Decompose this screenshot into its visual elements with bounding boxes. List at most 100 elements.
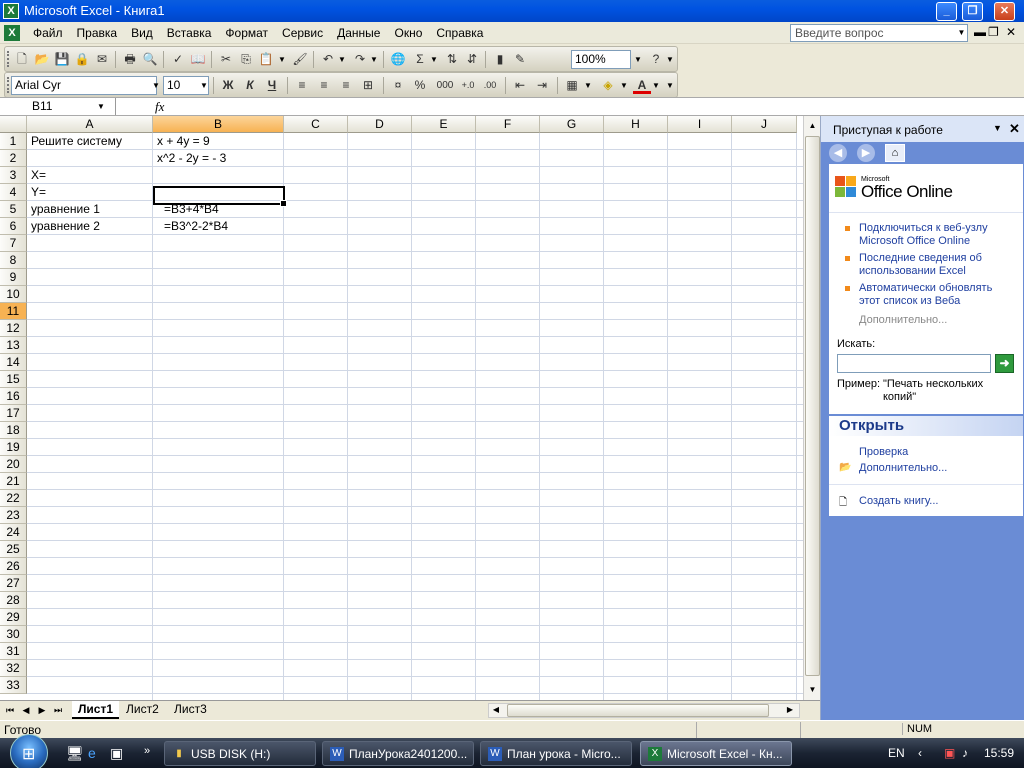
restore-button[interactable]: ❐: [962, 2, 983, 21]
row-header-28[interactable]: 28: [0, 592, 27, 609]
row-header-25[interactable]: 25: [0, 541, 27, 558]
taskbar-word-doc-1[interactable]: W ПланУрока2401200...: [322, 741, 474, 766]
doc-restore-icon[interactable]: ❐: [988, 25, 999, 39]
row-header-15[interactable]: 15: [0, 371, 27, 388]
row-header-6[interactable]: 6: [0, 218, 27, 235]
row-header-4[interactable]: 4: [0, 184, 27, 201]
cell-a1[interactable]: Решите систему: [28, 133, 122, 150]
internet-explorer-icon[interactable]: e: [88, 745, 96, 761]
row-header-16[interactable]: 16: [0, 388, 27, 405]
next-sheet-icon[interactable]: ▶: [36, 703, 48, 717]
zoom-dropdown-icon[interactable]: ▼: [633, 51, 643, 68]
language-indicator[interactable]: EN: [888, 746, 905, 760]
permission-icon[interactable]: 🔒: [73, 51, 91, 68]
row-header-9[interactable]: 9: [0, 269, 27, 286]
quick-launch-more-icon[interactable]: »: [144, 745, 150, 757]
sheet-tab-3[interactable]: Лист3: [168, 701, 213, 719]
menu-window[interactable]: Окно: [387, 26, 429, 40]
currency-icon[interactable]: ¤: [389, 77, 407, 94]
row-header-33[interactable]: 33: [0, 677, 27, 694]
toolbar-options-icon[interactable]: ▼: [665, 77, 675, 94]
fill-color-dropdown-icon[interactable]: ▼: [619, 77, 629, 94]
row-header-29[interactable]: 29: [0, 609, 27, 626]
paste-dropdown-icon[interactable]: ▼: [277, 51, 287, 68]
chart-wizard-icon[interactable]: ▮: [491, 51, 509, 68]
row-header-23[interactable]: 23: [0, 507, 27, 524]
menu-edit[interactable]: Правка: [70, 26, 125, 40]
cell-b2[interactable]: x^2 - 2y = - 3: [154, 150, 226, 167]
borders-dropdown-icon[interactable]: ▼: [583, 77, 593, 94]
row-header-18[interactable]: 18: [0, 422, 27, 439]
new-icon[interactable]: 🗋: [13, 51, 31, 68]
home-icon[interactable]: ⌂: [885, 144, 905, 162]
row-header-5[interactable]: 5: [0, 201, 27, 218]
row-header-27[interactable]: 27: [0, 575, 27, 592]
scroll-left-icon[interactable]: ◀: [489, 703, 503, 717]
menu-format[interactable]: Формат: [218, 26, 275, 40]
zoom-select[interactable]: 100%: [571, 50, 631, 69]
undo-icon[interactable]: ↶: [319, 51, 337, 68]
cell-b1[interactable]: x + 4y = 9: [154, 133, 210, 150]
formula-input[interactable]: [172, 99, 1012, 115]
back-icon[interactable]: ◀: [829, 144, 847, 162]
autosum-dropdown-icon[interactable]: ▼: [429, 51, 439, 68]
name-box-dropdown-icon[interactable]: ▼: [96, 98, 106, 115]
font-name-select[interactable]: Arial Cyr: [11, 76, 157, 95]
row-header-2[interactable]: 2: [0, 150, 27, 167]
percent-button[interactable]: %: [411, 77, 429, 94]
taskbar-word-doc-2[interactable]: W План урока - Micro...: [480, 741, 632, 766]
column-header-c[interactable]: C: [284, 116, 348, 133]
decrease-indent-icon[interactable]: ⇤: [511, 77, 529, 94]
bold-button[interactable]: Ж: [219, 77, 237, 94]
borders-icon[interactable]: ▦: [563, 77, 581, 94]
volume-icon[interactable]: ♪: [962, 746, 968, 760]
spreadsheet-grid[interactable]: A B C D E F G H I J 1 2 3 4 5 6 7 8 9 10 11 12 13 14 15 16 17 18 19 2…: [0, 116, 803, 700]
open-more-link[interactable]: Дополнительно...: [859, 462, 947, 474]
row-header-11[interactable]: 11: [0, 303, 27, 320]
save-icon[interactable]: 💾: [53, 51, 71, 68]
font-color-button[interactable]: A: [633, 77, 651, 94]
taskbar-usb-disk[interactable]: ▮ USB DISK (H:): [164, 741, 316, 766]
link-latest-news[interactable]: Последние сведения об использовании Exce…: [859, 252, 999, 278]
column-header-g[interactable]: G: [540, 116, 604, 133]
vertical-scroll-thumb[interactable]: [805, 136, 820, 676]
first-sheet-icon[interactable]: ⏮: [4, 703, 16, 717]
row-header-19[interactable]: 19: [0, 439, 27, 456]
column-header-h[interactable]: H: [604, 116, 668, 133]
print-preview-icon[interactable]: 🔍: [141, 51, 159, 68]
sheet-tab-2[interactable]: Лист2: [120, 701, 165, 719]
open-icon[interactable]: 📂: [33, 51, 51, 68]
row-header-14[interactable]: 14: [0, 354, 27, 371]
start-button[interactable]: ⊞: [10, 734, 48, 768]
select-all-corner[interactable]: [0, 116, 27, 133]
increase-indent-icon[interactable]: ⇥: [533, 77, 551, 94]
row-header-8[interactable]: 8: [0, 252, 27, 269]
cell-b6[interactable]: =B3^2-2*B4: [154, 218, 228, 235]
column-header-a[interactable]: A: [27, 116, 153, 133]
cell-a4[interactable]: Y=: [28, 184, 46, 201]
workbook-icon[interactable]: X: [4, 25, 20, 41]
print-icon[interactable]: 🖶: [121, 51, 139, 68]
help-question-input[interactable]: Введите вопрос: [790, 24, 968, 42]
cut-icon[interactable]: ✂: [217, 51, 235, 68]
row-header-12[interactable]: 12: [0, 320, 27, 337]
sheet-tab-1[interactable]: Лист1: [72, 701, 120, 719]
last-sheet-icon[interactable]: ⏭: [52, 703, 64, 717]
minimize-button[interactable]: _: [936, 2, 957, 21]
row-header-20[interactable]: 20: [0, 456, 27, 473]
vertical-scrollbar[interactable]: ▲ ▼: [803, 116, 820, 700]
forward-icon[interactable]: ▶: [857, 144, 875, 162]
scroll-right-icon[interactable]: ▶: [783, 703, 797, 717]
font-color-dropdown-icon[interactable]: ▼: [651, 77, 661, 94]
sort-ascending-icon[interactable]: ⇅: [443, 51, 461, 68]
align-left-icon[interactable]: ≡: [293, 77, 311, 94]
fill-color-icon[interactable]: ◈: [599, 77, 617, 94]
toolbar-grip[interactable]: [7, 51, 10, 67]
network-icon[interactable]: ▣: [944, 746, 955, 760]
row-header-31[interactable]: 31: [0, 643, 27, 660]
menu-data[interactable]: Данные: [330, 26, 387, 40]
row-header-22[interactable]: 22: [0, 490, 27, 507]
column-header-f[interactable]: F: [476, 116, 540, 133]
search-go-button[interactable]: ➜: [995, 354, 1014, 373]
row-header-1[interactable]: 1: [0, 133, 27, 150]
